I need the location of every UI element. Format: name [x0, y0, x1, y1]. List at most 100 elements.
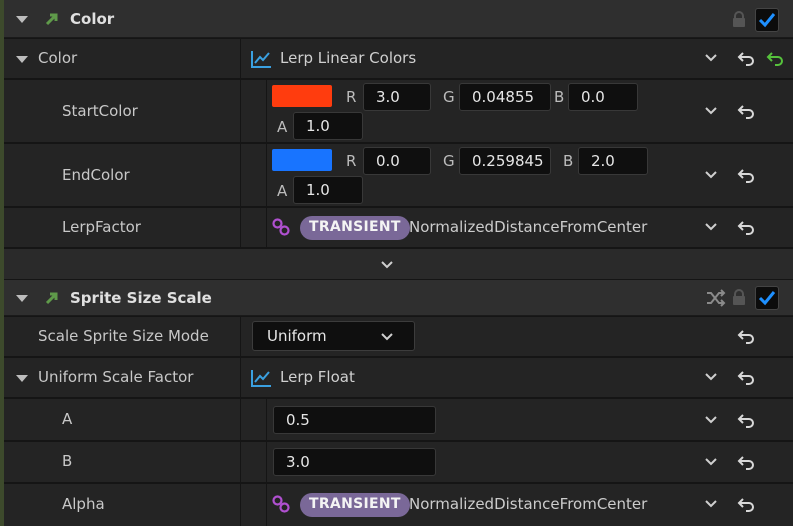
color-module-header[interactable]: Color: [4, 0, 793, 38]
reset-arrow-icon[interactable]: [737, 168, 754, 183]
b-channel-label: B: [554, 88, 565, 106]
column-divider[interactable]: [240, 208, 241, 247]
indent-divider: [266, 208, 267, 247]
b-channel-label: B: [563, 152, 574, 170]
color-dynamic-input-name[interactable]: Lerp Linear Colors: [280, 49, 416, 67]
a-value-field[interactable]: 0.5: [273, 406, 436, 434]
lock-icon[interactable]: [732, 11, 746, 28]
reset-arrow-icon[interactable]: [737, 220, 754, 235]
link-icon: [272, 495, 290, 513]
color-property-label: Color: [38, 49, 78, 67]
reset-arrow-icon[interactable]: [737, 455, 754, 470]
column-divider[interactable]: [240, 39, 241, 78]
reset-arrow-icon[interactable]: [737, 104, 754, 119]
chevron-down-icon[interactable]: [705, 500, 717, 508]
alpha-property-label: Alpha: [62, 495, 105, 513]
indent-divider: [266, 399, 267, 440]
end-g-field[interactable]: 0.259845: [459, 147, 551, 175]
start-color-swatch[interactable]: [272, 85, 332, 107]
endcolor-label: EndColor: [62, 166, 130, 184]
expand-caret-icon[interactable]: [16, 295, 28, 302]
scale-mode-dropdown[interactable]: Uniform: [252, 321, 415, 351]
start-r-field[interactable]: 3.0: [363, 83, 431, 111]
alpha-parameter-name[interactable]: NormalizedDistanceFromCenter: [409, 495, 647, 513]
link-icon: [272, 218, 290, 236]
end-b-field[interactable]: 2.0: [578, 147, 648, 175]
expand-caret-icon[interactable]: [16, 375, 28, 382]
end-r-field[interactable]: 0.0: [363, 147, 431, 175]
column-divider[interactable]: [240, 399, 241, 440]
indent-divider: [266, 144, 267, 206]
chevron-down-icon[interactable]: [705, 373, 717, 381]
reset-arrow-icon[interactable]: [737, 413, 754, 428]
lerpfactor-label: LerpFactor: [62, 218, 141, 236]
chevron-down-icon: [381, 333, 393, 341]
transient-namespace-chip: TRANSIENT: [300, 216, 410, 240]
expand-caret-icon[interactable]: [16, 16, 28, 23]
b-property-label: B: [62, 452, 73, 470]
chevron-down-icon[interactable]: [705, 416, 717, 424]
r-channel-label: R: [346, 88, 357, 106]
curve-icon: [251, 370, 271, 387]
lerpfactor-parameter-name[interactable]: NormalizedDistanceFromCenter: [409, 218, 647, 236]
color-property-row: Color Lerp Linear Colors: [4, 39, 793, 79]
sprite-size-scale-title: Sprite Size Scale: [70, 289, 212, 307]
color-module-enable-checkbox[interactable]: [755, 8, 779, 32]
reset-to-default-icon[interactable]: [766, 51, 783, 66]
endcolor-row: EndColor R 0.0 G 0.259845 B 2.0 A 1.0: [4, 144, 793, 207]
indent-divider: [266, 80, 267, 142]
a-channel-label: A: [277, 118, 288, 136]
chevron-down-icon[interactable]: [705, 458, 717, 466]
expand-caret-icon[interactable]: [16, 56, 28, 63]
checkmark-icon: [758, 291, 776, 306]
sprite-size-scale-module-header[interactable]: Sprite Size Scale: [4, 280, 793, 316]
reset-arrow-icon[interactable]: [737, 370, 754, 385]
column-divider[interactable]: [240, 484, 241, 526]
advanced-expander-row[interactable]: [4, 249, 793, 279]
scale-mode-selected: Uniform: [267, 327, 327, 345]
start-a-field[interactable]: 1.0: [293, 112, 363, 140]
g-channel-label: G: [443, 88, 455, 106]
reset-arrow-icon[interactable]: [737, 51, 754, 66]
a-property-row: A 0.5: [4, 399, 793, 441]
startcolor-label: StartColor: [62, 102, 138, 120]
start-g-field[interactable]: 0.04855: [459, 83, 551, 111]
lerpfactor-row: LerpFactor TRANSIENT NormalizedDistanceF…: [4, 208, 793, 248]
a-channel-label: A: [277, 182, 288, 200]
checkmark-icon: [758, 13, 776, 28]
transient-namespace-chip: TRANSIENT: [300, 493, 410, 517]
color-module-title: Color: [70, 10, 115, 28]
chevron-down-icon[interactable]: [705, 223, 717, 231]
column-divider[interactable]: [240, 144, 241, 206]
end-color-swatch[interactable]: [272, 149, 332, 171]
uniform-scale-label: Uniform Scale Factor: [38, 368, 194, 386]
indent-divider: [266, 442, 267, 482]
alpha-property-row: Alpha TRANSIENT NormalizedDistanceFromCe…: [4, 484, 793, 526]
column-divider[interactable]: [240, 80, 241, 142]
curve-icon: [251, 51, 271, 68]
scale-sprite-size-mode-row: Scale Sprite Size Mode Uniform: [4, 317, 793, 357]
uniform-scale-factor-row: Uniform Scale Factor Lerp Float: [4, 358, 793, 398]
b-property-row: B 3.0: [4, 442, 793, 483]
chevron-down-icon[interactable]: [705, 107, 717, 115]
start-b-field[interactable]: 0.0: [568, 83, 638, 111]
chevron-down-icon[interactable]: [381, 261, 393, 269]
a-property-label: A: [62, 410, 73, 428]
end-a-field[interactable]: 1.0: [293, 176, 363, 204]
shuffle-icon[interactable]: [706, 289, 726, 307]
startcolor-row: StartColor R 3.0 G 0.04855 B 0.0 A 1.0: [4, 80, 793, 143]
b-value-field[interactable]: 3.0: [273, 448, 436, 476]
column-divider[interactable]: [240, 442, 241, 482]
chevron-down-icon[interactable]: [705, 171, 717, 179]
reset-arrow-icon[interactable]: [737, 497, 754, 512]
r-channel-label: R: [346, 152, 357, 170]
lock-icon[interactable]: [732, 289, 746, 306]
uniform-scale-dynamic-input[interactable]: Lerp Float: [280, 368, 355, 386]
module-arrow-icon: [45, 292, 58, 305]
chevron-down-icon[interactable]: [705, 54, 717, 62]
indent-divider: [266, 484, 267, 526]
column-divider[interactable]: [240, 358, 241, 397]
reset-arrow-icon[interactable]: [737, 329, 754, 344]
sprite-module-enable-checkbox[interactable]: [755, 286, 779, 310]
column-divider[interactable]: [240, 317, 241, 356]
